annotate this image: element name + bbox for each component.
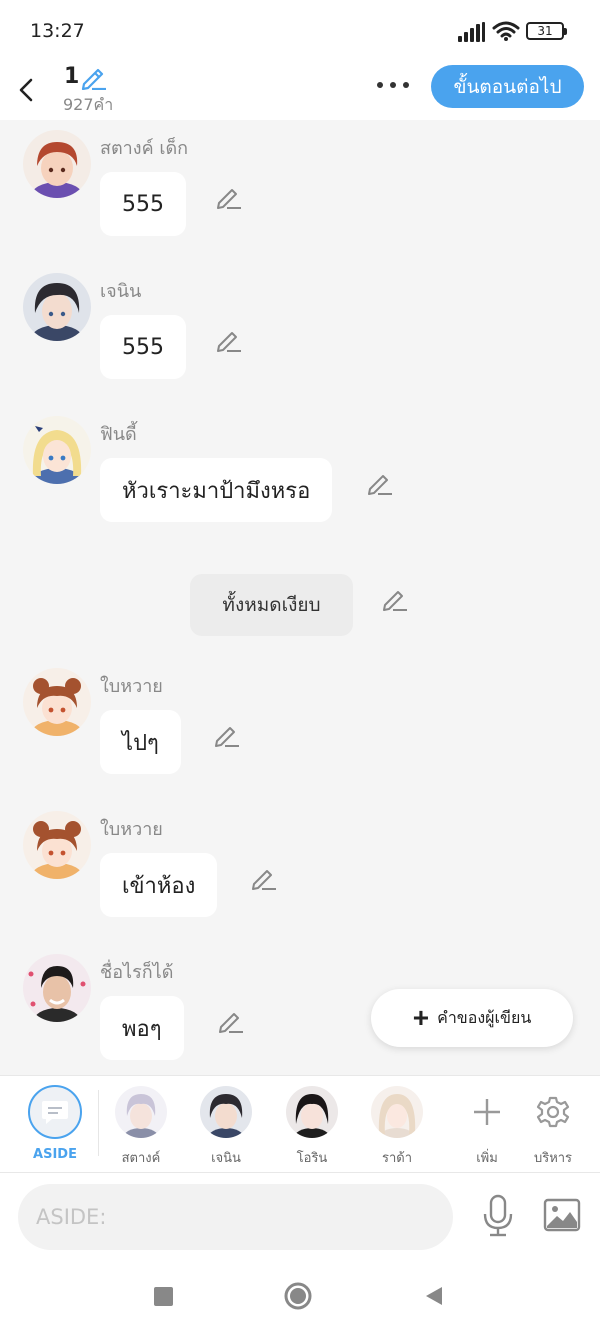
word-count: 927คำ [63, 95, 114, 114]
author-note-label: คำของผู้เขียน [437, 1009, 532, 1027]
girl-brown-buns-avatar[interactable] [23, 668, 91, 736]
back-triangle-icon[interactable] [418, 1281, 448, 1311]
next-step-button[interactable]: ขั้นตอนต่อไป [431, 65, 584, 108]
edit-pencil-icon[interactable] [214, 722, 240, 748]
bar-divider [98, 1090, 99, 1156]
chat-area[interactable]: สตางค์ เด็ก 555 เจนิน 555 ฟินดี้ หัวเราะ… [0, 120, 600, 1075]
message-bubble[interactable]: 555 [100, 315, 186, 379]
message-bubble[interactable]: ไปๆ [100, 710, 181, 774]
sender-name: ชื่อไรก็ได้ [100, 962, 174, 983]
edit-pencil-icon[interactable] [218, 1008, 244, 1034]
sender-name: ใบหวาย [100, 819, 163, 840]
manage-button[interactable]: บริหาร [516, 1084, 590, 1168]
character-avatar [286, 1086, 338, 1138]
message-bubble[interactable]: หัวเราะมาป้ามึงหรอ [100, 458, 333, 522]
girl-brown-buns-avatar[interactable] [23, 811, 91, 879]
author-note-button[interactable]: + คำของผู้เขียน [371, 989, 573, 1047]
sender-name: สตางค์ เด็ก [100, 138, 189, 159]
header: 1 927คำ ขั้นตอนต่อไป [0, 62, 600, 120]
wifi-icon [492, 21, 520, 41]
edit-pencil-icon[interactable] [216, 327, 242, 353]
gear-icon [527, 1086, 579, 1138]
story-title: 1 [64, 64, 80, 89]
character-avatar [371, 1086, 423, 1138]
message-bubble[interactable]: 555 [100, 172, 186, 236]
character-label: โอริน [296, 1151, 328, 1166]
add-label: เพิ่ม [476, 1151, 498, 1166]
character-label: เจนิน [211, 1151, 241, 1166]
back-arrow-icon[interactable] [12, 70, 40, 110]
message-bubble[interactable]: พอๆ [100, 996, 184, 1060]
image-icon[interactable] [542, 1195, 582, 1235]
boy-red-hair-avatar[interactable] [23, 130, 91, 198]
character-selector[interactable]: โอริน [275, 1084, 349, 1168]
message-input[interactable] [18, 1184, 453, 1250]
character-selector[interactable]: เจนิน [189, 1084, 263, 1168]
plus-icon [461, 1086, 513, 1138]
battery-icon: 31 [526, 22, 567, 40]
aside-label: ASIDE [33, 1147, 77, 1162]
narration-bubble[interactable]: ทั้งหมดเงียบ [190, 574, 353, 636]
aside-selector[interactable]: ASIDE [18, 1084, 92, 1168]
edit-pencil-icon[interactable] [367, 470, 393, 496]
character-avatar [200, 1086, 252, 1138]
photo-boy-avatar[interactable] [23, 954, 91, 1022]
character-bar: ASIDE สตางค์ เจนิน โอริน ราด้า เพิ่ม บริ… [0, 1075, 600, 1173]
character-label: สตางค์ [121, 1151, 161, 1166]
home-icon[interactable] [283, 1281, 313, 1311]
sender-name: ใบหวาย [100, 676, 163, 697]
character-selector[interactable]: สตางค์ [104, 1084, 178, 1168]
title-edit-pencil-icon[interactable] [80, 64, 108, 91]
status-time: 13:27 [30, 20, 85, 42]
signal-icon [458, 22, 486, 42]
add-character-button[interactable]: เพิ่ม [450, 1084, 524, 1168]
microphone-icon[interactable] [476, 1191, 520, 1241]
sender-name: เจนิน [100, 281, 142, 302]
more-options-icon[interactable] [374, 74, 412, 96]
aside-avatar [28, 1085, 82, 1139]
input-row [0, 1173, 600, 1259]
character-label: ราด้า [381, 1151, 413, 1166]
status-bar: 13:27 31 [0, 0, 600, 62]
girl-blonde-avatar[interactable] [23, 416, 91, 484]
sender-name: ฟินดี้ [100, 424, 137, 445]
edit-pencil-icon[interactable] [382, 586, 408, 612]
edit-pencil-icon[interactable] [216, 184, 242, 210]
message-bubble[interactable]: เข้าห้อง [100, 853, 218, 917]
character-selector[interactable]: ราด้า [360, 1084, 434, 1168]
boy-dark-hair-avatar[interactable] [23, 273, 91, 341]
recent-apps-icon[interactable] [148, 1281, 178, 1311]
manage-label: บริหาร [533, 1151, 573, 1166]
character-avatar [115, 1086, 167, 1138]
system-nav-bar [0, 1259, 600, 1333]
plus-icon: + [412, 1002, 430, 1033]
edit-pencil-icon[interactable] [251, 865, 277, 891]
